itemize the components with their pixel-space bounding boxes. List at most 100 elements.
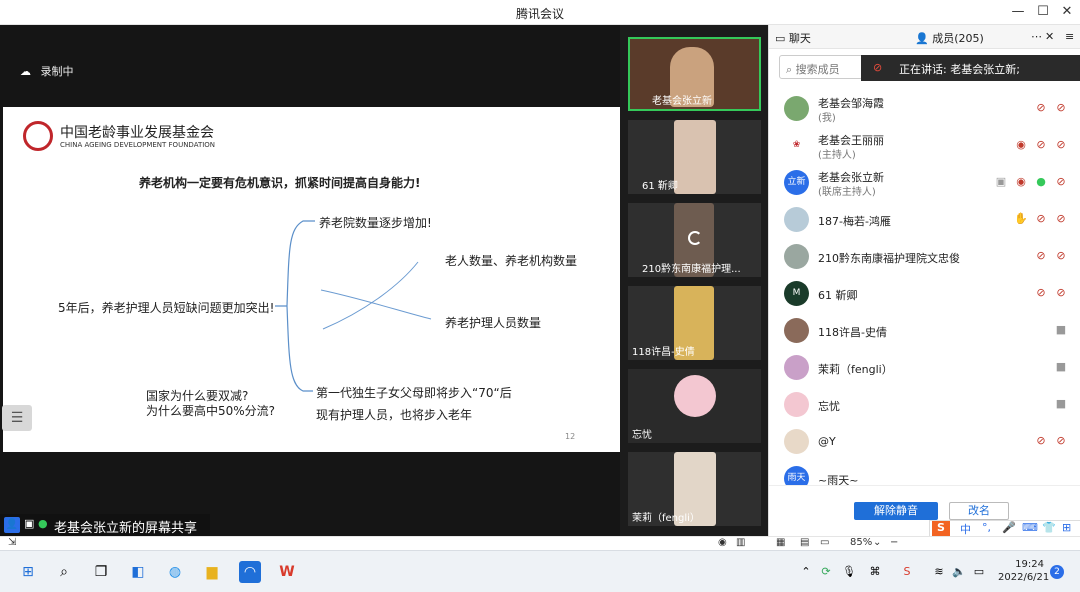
video-off-icon[interactable]: ⊘ — [1054, 101, 1068, 115]
skin-icon[interactable]: 👕 — [1042, 521, 1056, 534]
battery-icon[interactable]: ▭ — [968, 561, 990, 583]
presentation-slide: 中国老龄事业发展基金会 CHINA AGEING DEVELOPMENT FOU… — [3, 107, 620, 452]
sogou-tray-icon[interactable]: S — [896, 561, 918, 583]
system-clock[interactable]: 19:24 2022/6/21 — [998, 558, 1049, 584]
search-icon[interactable]: ⌕ — [53, 561, 75, 583]
wps-icon[interactable]: W — [276, 561, 298, 583]
view-mode-icon[interactable]: ▥ — [736, 537, 745, 548]
maximize-icon[interactable]: ☐ — [1032, 2, 1054, 22]
member-row[interactable]: M 61 靳卿 ⊘ ⊘ — [769, 275, 1080, 312]
widgets-icon[interactable]: ◧ — [127, 561, 149, 583]
member-row[interactable]: 忘忧 ■ — [769, 386, 1080, 423]
task-view-icon[interactable]: ❐ — [90, 561, 112, 583]
windows-start-icon[interactable]: ⊞ — [17, 561, 39, 583]
mic-muted-icon[interactable]: ⊘ — [1034, 212, 1048, 226]
ime-toolbar[interactable]: S 中 °, 🎤 ⌨ 👕 ⊞ — [929, 520, 1080, 537]
edge-browser-icon[interactable]: ◍ — [164, 561, 186, 583]
screen-share-area: ☁ 录制中 中国老龄事业发展基金会 CHINA AGEING DEVELOPME… — [0, 25, 620, 536]
member-row[interactable]: 187-梅若-鸿雁 ✋ ⊘ ⊘ — [769, 201, 1080, 238]
member-row[interactable]: 茉莉（fengli） ■ — [769, 349, 1080, 386]
rename-button[interactable]: 改名 — [949, 502, 1009, 520]
video-tile[interactable]: 忘忧 — [628, 369, 761, 443]
minimize-icon[interactable]: — — [1007, 2, 1029, 22]
video-tile[interactable]: 老基会张立新 — [628, 37, 761, 111]
avatar — [784, 318, 809, 343]
video-off-icon[interactable]: ⊘ — [1054, 249, 1068, 263]
avatar — [784, 355, 809, 380]
ime-mode[interactable]: 中 — [960, 521, 971, 537]
panel-menu-icon[interactable]: ≡ — [1065, 30, 1074, 43]
tab-chat[interactable]: ▭ 聊天 — [775, 30, 811, 46]
share-cursor-icon[interactable]: ⇲ — [8, 537, 16, 548]
video-tile[interactable]: 61 靳卿 — [628, 120, 761, 194]
speaking-indicator: ⊘ 正在讲话: 老基会张立新; — [861, 55, 1080, 81]
mindmap-connectors — [275, 220, 432, 392]
chat-icon: ▭ — [775, 32, 786, 45]
member-row[interactable]: 老基会邹海霞 (我) ⊘ ⊘ — [769, 90, 1080, 127]
unmute-all-button[interactable]: 解除静音 — [854, 502, 938, 520]
video-off-icon[interactable]: ⊘ — [1054, 286, 1068, 300]
tile-name: 茉莉（fengli） — [632, 513, 700, 524]
video-tile[interactable]: 118许昌-史倩 — [628, 286, 761, 360]
raise-hand-icon: ✋ — [1014, 212, 1028, 225]
members-icon: 👤 — [915, 32, 929, 45]
mic-muted-icon[interactable]: ⊘ — [1034, 434, 1048, 448]
close-icon[interactable]: ✕ — [1056, 2, 1078, 22]
video-off-icon[interactable]: ⊘ — [1054, 175, 1068, 189]
avatar — [784, 207, 809, 232]
volume-icon[interactable]: 🔈 — [948, 561, 970, 583]
panel-tabs: ▭ 聊天 👤 成员(205) ⋯ ✕ ≡ — [769, 25, 1080, 49]
tencent-meeting-icon[interactable]: ◠ — [239, 561, 261, 583]
video-icon[interactable]: ■ — [1054, 360, 1068, 374]
video-off-icon[interactable]: ⊘ — [1054, 212, 1068, 226]
keyboard-icon[interactable]: ⌨ — [1022, 521, 1038, 534]
layout-page-icon[interactable]: ▤ — [800, 537, 809, 548]
tab-members[interactable]: 👤 成员(205) — [915, 30, 984, 46]
panel-close-icon[interactable]: ✕ — [1045, 30, 1054, 43]
mic-icon: ● — [38, 517, 48, 530]
title-bar: 腾讯会议 — ☐ ✕ — [0, 0, 1080, 25]
chevron-up-icon[interactable]: ⌃ — [795, 561, 817, 583]
layout-single-icon[interactable]: ▭ — [820, 537, 829, 548]
punctuation-icon[interactable]: °, — [982, 521, 991, 534]
slide-menu-icon[interactable]: ☰ — [2, 405, 32, 431]
avatar — [784, 429, 809, 454]
video-off-icon[interactable]: ⊘ — [1054, 434, 1068, 448]
member-row[interactable]: @Y ⊘ ⊘ — [769, 423, 1080, 460]
video-icon[interactable]: ■ — [1054, 323, 1068, 337]
avatar: M — [784, 281, 809, 306]
member-row[interactable]: 210黔东南康福护理院文忠俊 ⊘ ⊘ — [769, 238, 1080, 275]
wifi-icon[interactable]: ≋ — [928, 561, 950, 583]
member-row[interactable]: ❀ 老基会王丽丽 (主持人) ◉ ⊘ ⊘ — [769, 127, 1080, 164]
mic-muted-icon[interactable]: ⊘ — [1034, 101, 1048, 115]
video-tile[interactable]: 茉莉（fengli） — [628, 452, 761, 526]
video-off-icon[interactable]: ⊘ — [1054, 138, 1068, 152]
mic-muted-icon[interactable]: ⊘ — [1034, 286, 1048, 300]
screen-icon: ▣ — [24, 517, 35, 530]
mic-muted-icon[interactable]: ⊘ — [1034, 249, 1048, 263]
sync-icon[interactable]: ⟳ — [815, 561, 837, 583]
member-row[interactable]: 118许昌-史倩 ■ — [769, 312, 1080, 349]
chevron-down-icon[interactable]: ⌄ — [873, 537, 881, 548]
mic-on-icon[interactable]: ● — [1034, 175, 1048, 189]
zoom-level[interactable]: 85% — [850, 537, 872, 548]
layout-grid-icon[interactable]: ▦ — [776, 537, 785, 548]
notification-badge[interactable]: 2 — [1050, 565, 1064, 579]
mic-tray-icon[interactable]: 🎙 — [838, 561, 860, 583]
video-tile[interactable]: 210黔东南康福护理... — [628, 203, 761, 277]
file-explorer-icon[interactable]: ▆ — [201, 561, 223, 583]
video-icon[interactable]: ■ — [1054, 397, 1068, 411]
ime-menu-icon[interactable]: ⊞ — [1062, 521, 1071, 534]
video-tiles: 老基会张立新 61 靳卿 210黔东南康福护理... 118许昌-史倩 忘忧 茉… — [620, 25, 768, 536]
member-row[interactable]: 立新 老基会张立新 (联席主持人) ▣ ◉ ● ⊘ — [769, 164, 1080, 201]
tile-name: 210黔东南康福护理... — [642, 264, 741, 275]
more-icon[interactable]: ⋯ — [1031, 30, 1042, 43]
voice-icon[interactable]: 🎤 — [1002, 521, 1016, 534]
input-tray-icon[interactable]: ⌘ — [864, 561, 886, 583]
search-input[interactable]: ⌕ 搜索成员 — [779, 55, 863, 79]
zoom-out-icon[interactable]: − — [890, 537, 898, 548]
eye-icon[interactable]: ◉ — [718, 537, 727, 548]
avatar — [784, 392, 809, 417]
mic-muted-icon[interactable]: ⊘ — [1034, 138, 1048, 152]
recording-bar: ☁ 录制中 — [0, 25, 620, 105]
